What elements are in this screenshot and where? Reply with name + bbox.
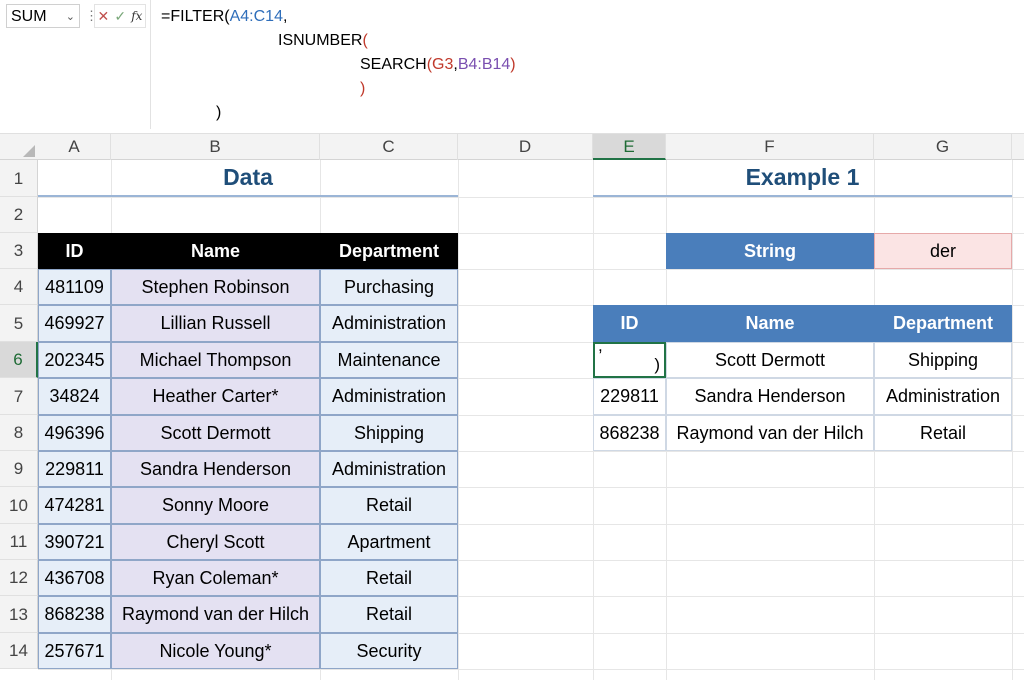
string-label: String: [666, 233, 874, 269]
data-cell-department[interactable]: Retail: [320, 596, 458, 633]
data-cell-department[interactable]: Shipping: [320, 415, 458, 451]
data-cell-id[interactable]: 496396: [38, 415, 111, 451]
formula-line-2: ISNUMBER(: [278, 32, 368, 49]
column-header-d[interactable]: D: [458, 134, 593, 160]
column-header-g[interactable]: G: [874, 134, 1012, 160]
column-header-a[interactable]: A: [38, 134, 111, 160]
data-header-name: Name: [111, 233, 320, 269]
data-cell-department[interactable]: Apartment: [320, 524, 458, 560]
data-cell-department[interactable]: Administration: [320, 305, 458, 342]
formula-buttons: ✕ ✓ fx: [94, 4, 146, 28]
data-cell-name[interactable]: Nicole Young*: [111, 633, 320, 669]
data-cell-id[interactable]: 474281: [38, 487, 111, 524]
column-header-bar: A B C D E F G: [0, 133, 1024, 160]
data-cell-name[interactable]: Stephen Robinson: [111, 269, 320, 305]
data-cell-id[interactable]: 469927: [38, 305, 111, 342]
formula-line-4: ): [360, 80, 366, 97]
active-cell-text-top: ,: [598, 336, 603, 355]
insert-function-icon[interactable]: fx: [131, 9, 142, 23]
data-cell-id[interactable]: 436708: [38, 560, 111, 596]
data-header-id: ID: [38, 233, 111, 269]
data-cell-name[interactable]: Lillian Russell: [111, 305, 320, 342]
data-cell-department[interactable]: Administration: [320, 451, 458, 487]
result-cell-name[interactable]: Sandra Henderson: [666, 378, 874, 415]
row-header-7[interactable]: 7: [0, 378, 38, 415]
row-header-10[interactable]: 10: [0, 487, 38, 524]
result-cell-id[interactable]: 229811: [593, 378, 666, 415]
example-title: Example 1: [593, 160, 1012, 197]
data-cell-name[interactable]: Sandra Henderson: [111, 451, 320, 487]
column-header-b[interactable]: B: [111, 134, 320, 160]
formula-line-3: SEARCH(G3,B4:B14): [360, 56, 516, 73]
formula-line-5: ): [216, 104, 222, 121]
data-cell-name[interactable]: Cheryl Scott: [111, 524, 320, 560]
chevron-down-icon[interactable]: ⌄: [66, 5, 75, 29]
name-box-value: SUM: [11, 8, 47, 25]
data-title: Data: [38, 160, 458, 197]
column-header-f[interactable]: F: [666, 134, 874, 160]
select-all-corner[interactable]: [0, 134, 38, 160]
data-cell-id[interactable]: 202345: [38, 342, 111, 378]
result-cell-name[interactable]: Raymond van der Hilch: [666, 415, 874, 451]
data-cell-name[interactable]: Heather Carter*: [111, 378, 320, 415]
cancel-icon[interactable]: ✕: [98, 8, 110, 25]
data-cell-department[interactable]: Purchasing: [320, 269, 458, 305]
row-header-11[interactable]: 11: [0, 524, 38, 560]
data-cell-department[interactable]: Retail: [320, 487, 458, 524]
result-cell-department[interactable]: Retail: [874, 415, 1012, 451]
data-cell-name[interactable]: Michael Thompson: [111, 342, 320, 378]
data-cell-name[interactable]: Sonny Moore: [111, 487, 320, 524]
formula-bar-area: SUM ⌄ ⋮ ✕ ✓ fx =FILTER(A4:C14, ISNUMBER(…: [0, 0, 1024, 129]
row-header-8[interactable]: 8: [0, 415, 38, 451]
row-header-5[interactable]: 5: [0, 305, 38, 342]
data-header-department: Department: [320, 233, 458, 269]
row-header-1[interactable]: 1: [0, 160, 38, 197]
name-box[interactable]: SUM ⌄: [6, 4, 80, 28]
data-cell-department[interactable]: Maintenance: [320, 342, 458, 378]
row-header-13[interactable]: 13: [0, 596, 38, 633]
result-header-id: ID: [593, 305, 666, 342]
data-cell-id[interactable]: 257671: [38, 633, 111, 669]
formula-input[interactable]: =FILTER(A4:C14, ISNUMBER( SEARCH(G3,B4:B…: [150, 0, 1024, 129]
string-value-cell[interactable]: der: [874, 233, 1012, 269]
row-header-2[interactable]: 2: [0, 197, 38, 233]
result-header-department: Department: [874, 305, 1012, 342]
row-header-3[interactable]: 3: [0, 233, 38, 269]
active-cell-text-bottom: ): [654, 355, 660, 374]
formula-line-1: =FILTER(A4:C14,: [161, 8, 288, 25]
row-header-12[interactable]: 12: [0, 560, 38, 596]
active-cell-e6[interactable]: , ): [593, 336, 666, 378]
row-header-6[interactable]: 6: [0, 342, 38, 378]
row-header-9[interactable]: 9: [0, 451, 38, 487]
data-cell-name[interactable]: Ryan Coleman*: [111, 560, 320, 596]
data-cell-department[interactable]: Administration: [320, 378, 458, 415]
row-header-4[interactable]: 4: [0, 269, 38, 305]
result-header-name: Name: [666, 305, 874, 342]
result-cell-name[interactable]: Scott Dermott: [666, 342, 874, 378]
data-cell-name[interactable]: Scott Dermott: [111, 415, 320, 451]
data-cell-name[interactable]: Raymond van der Hilch: [111, 596, 320, 633]
data-cell-department[interactable]: Security: [320, 633, 458, 669]
data-cell-id[interactable]: 868238: [38, 596, 111, 633]
data-cell-id[interactable]: 390721: [38, 524, 111, 560]
column-header-e[interactable]: E: [593, 134, 666, 160]
result-cell-department[interactable]: Shipping: [874, 342, 1012, 378]
data-cell-department[interactable]: Retail: [320, 560, 458, 596]
result-cell-id[interactable]: 868238: [593, 415, 666, 451]
column-header-c[interactable]: C: [320, 134, 458, 160]
row-header-14[interactable]: 14: [0, 633, 38, 669]
data-cell-id[interactable]: 481109: [38, 269, 111, 305]
data-cell-id[interactable]: 34824: [38, 378, 111, 415]
data-cell-id[interactable]: 229811: [38, 451, 111, 487]
result-cell-department[interactable]: Administration: [874, 378, 1012, 415]
enter-icon[interactable]: ✓: [114, 8, 126, 25]
